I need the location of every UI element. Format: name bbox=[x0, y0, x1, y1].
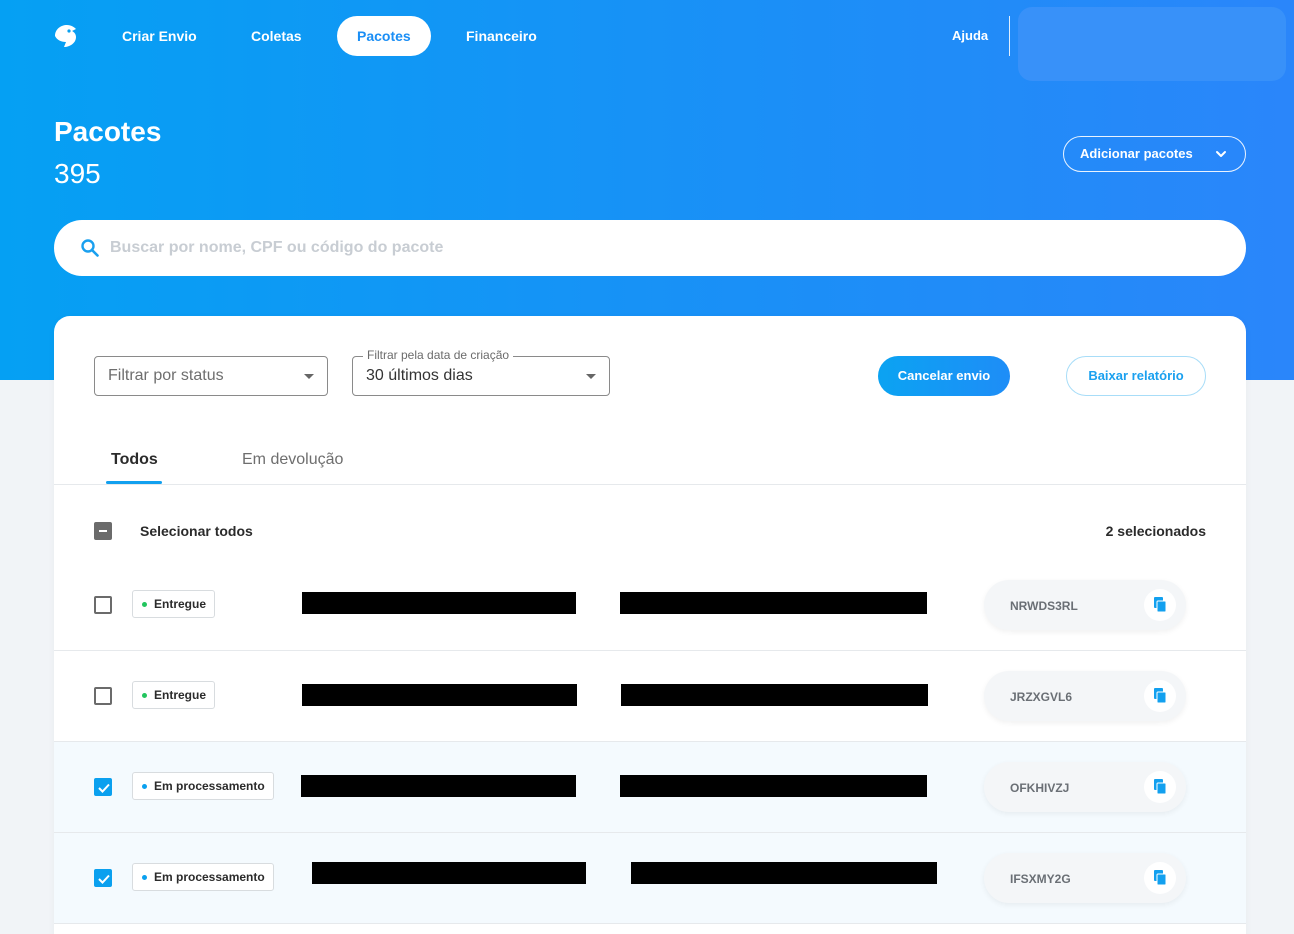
redacted-address bbox=[620, 592, 927, 614]
status-filter-select[interactable]: Filtrar por status bbox=[94, 356, 328, 396]
search-bar bbox=[54, 220, 1246, 276]
add-packages-button[interactable]: Adicionar pacotes bbox=[1063, 136, 1246, 172]
copy-code-button[interactable] bbox=[1144, 862, 1176, 894]
table-row[interactable]: Em processamento IFSXMY2G bbox=[54, 833, 1246, 924]
table-row[interactable]: Em processamento OFKHIVZJ bbox=[54, 742, 1246, 833]
copy-icon bbox=[1154, 779, 1167, 795]
row-checkbox[interactable] bbox=[94, 778, 112, 796]
package-count: 395 bbox=[54, 158, 101, 189]
package-code: NRWDS3RL bbox=[1010, 599, 1078, 613]
status-filter-placeholder: Filtrar por status bbox=[108, 367, 224, 384]
tabs-divider bbox=[54, 484, 1246, 485]
status-dot-icon bbox=[142, 875, 147, 880]
date-filter-label: Filtrar pela data de criação bbox=[363, 348, 514, 362]
selected-count: 2 selecionados bbox=[1105, 523, 1206, 539]
status-label: Em processamento bbox=[154, 870, 265, 884]
copy-code-button[interactable] bbox=[1144, 771, 1176, 803]
nav-coletas[interactable]: Coletas bbox=[231, 16, 322, 56]
date-filter-select[interactable]: Filtrar pela data de criação 30 últimos … bbox=[352, 348, 610, 396]
package-code-pill: IFSXMY2G bbox=[984, 853, 1186, 903]
tab-em-devolucao[interactable]: Em devolução bbox=[242, 451, 343, 469]
nav-pacotes[interactable]: Pacotes bbox=[337, 16, 431, 56]
row-checkbox[interactable] bbox=[94, 869, 112, 887]
dropdown-arrow-icon bbox=[304, 374, 314, 379]
status-label: Em processamento bbox=[154, 779, 265, 793]
tab-todos[interactable]: Todos bbox=[111, 451, 158, 469]
copy-icon bbox=[1154, 688, 1167, 704]
status-dot-icon bbox=[142, 602, 147, 607]
packages-card: Filtrar por status Filtrar pela data de … bbox=[54, 316, 1246, 934]
page-title: Pacotes bbox=[54, 116, 162, 147]
status-badge: Entregue bbox=[132, 590, 216, 618]
status-label: Entregue bbox=[154, 688, 207, 702]
copy-code-button[interactable] bbox=[1144, 589, 1176, 621]
copy-icon bbox=[1154, 870, 1167, 886]
date-filter-value: 30 últimos dias bbox=[366, 367, 473, 384]
checkmark-icon bbox=[98, 783, 110, 793]
select-all-label: Selecionar todos bbox=[140, 523, 253, 539]
cancel-shipment-button[interactable]: Cancelar envio bbox=[878, 356, 1010, 396]
account-menu[interactable] bbox=[1018, 7, 1286, 81]
nav-criar-envio[interactable]: Criar Envio bbox=[102, 16, 217, 56]
status-dot-icon bbox=[142, 784, 147, 789]
chevron-down-icon bbox=[1216, 151, 1226, 157]
table-row[interactable]: Entregue JRZXGVL6 bbox=[54, 651, 1246, 742]
status-badge: Entregue bbox=[132, 681, 216, 709]
top-nav: Criar Envio Coletas Pacotes Financeiro A… bbox=[0, 0, 1294, 81]
redacted-address bbox=[620, 775, 927, 797]
select-all-checkbox[interactable] bbox=[94, 522, 112, 540]
package-code: IFSXMY2G bbox=[1010, 872, 1071, 886]
package-code: JRZXGVL6 bbox=[1010, 690, 1073, 704]
search-icon bbox=[81, 239, 99, 257]
brand-logo-icon[interactable] bbox=[52, 22, 80, 50]
package-code-pill: JRZXGVL6 bbox=[984, 671, 1186, 721]
dropdown-arrow-icon bbox=[586, 374, 596, 379]
copy-icon bbox=[1154, 597, 1167, 613]
row-checkbox[interactable] bbox=[94, 687, 112, 705]
status-badge: Em processamento bbox=[132, 863, 274, 891]
search-input[interactable] bbox=[110, 230, 1210, 266]
package-code-pill: OFKHIVZJ bbox=[984, 762, 1186, 812]
redacted-recipient bbox=[312, 862, 586, 884]
checkmark-icon bbox=[98, 874, 110, 884]
status-badge: Em processamento bbox=[132, 772, 274, 800]
select-all-row: Selecionar todos 2 selecionados bbox=[54, 512, 1246, 550]
package-code-pill: NRWDS3RL bbox=[984, 580, 1186, 630]
help-link[interactable]: Ajuda bbox=[952, 28, 988, 43]
copy-code-button[interactable] bbox=[1144, 680, 1176, 712]
package-code: OFKHIVZJ bbox=[1010, 781, 1070, 795]
nav-divider bbox=[1009, 16, 1010, 56]
table-row[interactable]: Entregue NRWDS3RL bbox=[54, 560, 1246, 651]
status-label: Entregue bbox=[154, 597, 207, 611]
download-report-button[interactable]: Baixar relatório bbox=[1066, 356, 1206, 396]
row-checkbox[interactable] bbox=[94, 596, 112, 614]
redacted-address bbox=[631, 862, 937, 884]
redacted-recipient bbox=[302, 684, 577, 706]
status-dot-icon bbox=[142, 693, 147, 698]
redacted-address bbox=[621, 684, 928, 706]
redacted-recipient bbox=[302, 592, 576, 614]
nav-financeiro[interactable]: Financeiro bbox=[446, 16, 557, 56]
add-packages-label: Adicionar pacotes bbox=[1080, 146, 1193, 161]
redacted-recipient bbox=[301, 775, 576, 797]
